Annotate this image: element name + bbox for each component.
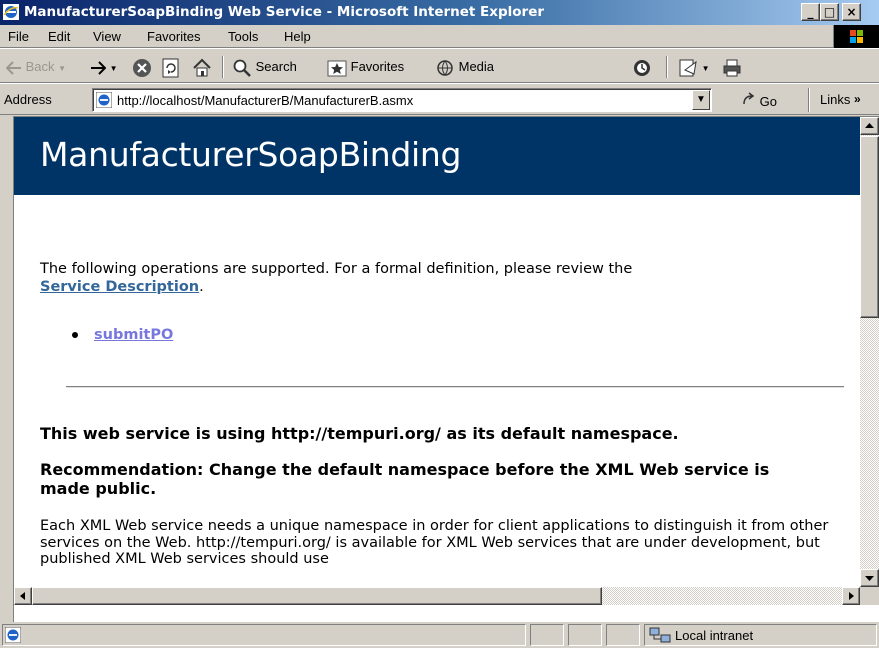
links-label: Links <box>820 92 851 107</box>
intro-period: . <box>199 279 204 295</box>
scroll-up-button[interactable] <box>860 117 879 135</box>
content-frame: ManufacturerSoapBinding The following op… <box>13 116 879 622</box>
favorites-label: Favorites <box>350 59 405 74</box>
back-dropdown-icon: ▼ <box>58 64 67 73</box>
back-arrow-icon <box>5 60 21 75</box>
forward-button[interactable]: ▼ <box>90 55 118 79</box>
vertical-scrollbar[interactable] <box>860 117 879 587</box>
toolbar-separator <box>222 56 224 78</box>
status-cell-secure <box>568 624 602 646</box>
intro-text: The following operations are supported. … <box>40 261 633 277</box>
stop-icon <box>133 58 151 77</box>
search-icon <box>233 59 251 77</box>
ie-page-icon <box>96 92 112 108</box>
search-button[interactable]: Search <box>232 55 297 79</box>
menu-favorites[interactable]: Favorites <box>147 29 200 44</box>
up-arrow-icon <box>865 123 874 128</box>
menu-bar: File Edit View Favorites Tools Help <box>0 25 879 48</box>
address-url: http://localhost/ManufacturerB/Manufactu… <box>117 93 414 108</box>
address-input[interactable]: http://localhost/ManufacturerB/Manufactu… <box>92 88 712 112</box>
links-button[interactable]: Links » <box>820 92 861 107</box>
internet-explorer-icon <box>3 4 19 20</box>
mail-button[interactable]: ▼ <box>678 55 710 79</box>
maximize-button[interactable]: □ <box>820 3 839 21</box>
title-bar[interactable]: ManufacturerSoapBinding Web Service - Mi… <box>0 0 879 25</box>
namespace-explanation: Each XML Web service needs a unique name… <box>40 518 829 567</box>
horizontal-scroll-thumb[interactable] <box>32 587 602 605</box>
home-icon <box>193 58 211 77</box>
horizontal-rule <box>66 386 844 388</box>
back-label: Back <box>25 59 55 74</box>
refresh-icon <box>162 58 179 78</box>
operation-list-item: submitPO <box>72 327 173 343</box>
mail-dropdown-icon: ▼ <box>701 64 710 73</box>
status-cell-progress <box>530 624 564 646</box>
left-arrow-icon <box>20 592 25 600</box>
menu-view[interactable]: View <box>93 29 121 44</box>
print-button[interactable] <box>722 55 742 79</box>
address-bar: Address http://localhost/ManufacturerB/M… <box>0 85 879 115</box>
menu-file[interactable]: File <box>8 29 29 44</box>
menu-tools[interactable]: Tools <box>228 29 258 44</box>
links-chevron-icon: » <box>853 92 861 106</box>
menu-edit[interactable]: Edit <box>48 29 70 44</box>
status-text-cell <box>2 624 526 646</box>
minimize-button[interactable]: _ <box>801 3 820 21</box>
forward-arrow-icon <box>91 60 107 75</box>
favorites-star-icon <box>327 60 347 77</box>
media-label: Media <box>458 59 495 74</box>
page-heading-banner: ManufacturerSoapBinding <box>14 117 860 195</box>
menu-help[interactable]: Help <box>284 29 311 44</box>
bullet-icon <box>72 332 78 338</box>
namespace-notice: This web service is using http://tempuri… <box>40 424 679 443</box>
media-button[interactable]: Media <box>435 55 494 79</box>
mail-icon <box>679 59 697 77</box>
windows-logo-icon <box>850 30 863 43</box>
service-description-link[interactable]: Service Description <box>40 279 199 295</box>
search-label: Search <box>255 59 297 74</box>
standard-toolbar: Back ▼ ▼ Search Favorites Media ▼ <box>0 50 879 83</box>
printer-icon <box>723 59 741 77</box>
local-intranet-icon <box>649 627 671 643</box>
address-separator <box>808 88 810 112</box>
forward-dropdown-icon: ▼ <box>109 64 118 73</box>
stop-button[interactable] <box>132 55 152 79</box>
favorites-button[interactable]: Favorites <box>327 55 404 79</box>
address-dropdown-button[interactable]: ▼ <box>692 90 710 110</box>
toolbar-separator <box>666 56 668 78</box>
scroll-left-button[interactable] <box>14 587 32 605</box>
scrollbar-corner <box>860 587 879 605</box>
browser-window: ManufacturerSoapBinding Web Service - Mi… <box>0 0 879 648</box>
go-button[interactable]: Go <box>742 92 777 109</box>
scroll-right-button[interactable] <box>842 587 860 605</box>
history-button[interactable] <box>632 55 652 79</box>
zone-cell: Local intranet <box>644 624 877 646</box>
go-label: Go <box>759 94 777 109</box>
scroll-down-button[interactable] <box>860 569 879 587</box>
vertical-scroll-thumb[interactable] <box>860 136 879 318</box>
operation-link-submitpo[interactable]: submitPO <box>94 327 173 343</box>
status-cell-offline <box>606 624 640 646</box>
page-content: ManufacturerSoapBinding The following op… <box>14 117 860 587</box>
down-arrow-icon <box>865 576 874 581</box>
page-title: ManufacturerSoapBinding <box>40 135 462 174</box>
home-button[interactable] <box>192 55 212 79</box>
back-button[interactable]: Back ▼ <box>5 55 67 79</box>
intro-paragraph: The following operations are supported. … <box>40 260 840 296</box>
history-icon <box>634 59 650 76</box>
window-title: ManufacturerSoapBinding Web Service - Mi… <box>24 4 545 20</box>
status-bar: Local intranet <box>0 622 879 648</box>
windows-logo-throbber <box>833 25 879 48</box>
media-icon <box>437 59 453 76</box>
address-label: Address <box>4 92 52 107</box>
frame-left-margin <box>0 116 13 620</box>
page-status-icon <box>5 627 21 643</box>
close-button[interactable]: × <box>842 3 861 21</box>
recommendation-text: Recommendation: Change the default names… <box>40 460 770 498</box>
refresh-button[interactable] <box>162 55 180 79</box>
zone-label: Local intranet <box>675 628 754 643</box>
right-arrow-icon <box>849 592 854 600</box>
go-arrow-icon <box>743 92 755 105</box>
horizontal-scrollbar[interactable] <box>14 587 860 605</box>
